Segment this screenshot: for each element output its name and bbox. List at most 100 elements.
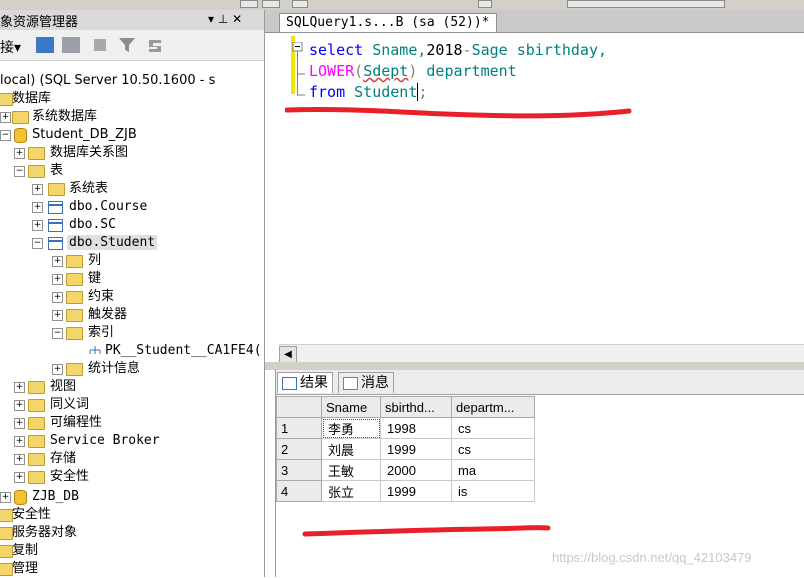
sql-code-editor[interactable]: select Sname,2018-Sage sbirthday, LOWER(… xyxy=(265,32,804,350)
grid-cell[interactable]: 李勇 xyxy=(321,417,381,439)
row-number-header[interactable] xyxy=(276,396,322,418)
tree-node-keys[interactable]: + 键 xyxy=(52,270,101,288)
grid-cell[interactable]: 1998 xyxy=(380,417,452,439)
folder-icon xyxy=(28,165,45,178)
expand-icon[interactable]: + xyxy=(14,418,25,429)
grid-cell[interactable]: 1999 xyxy=(380,480,452,502)
column-header[interactable]: sbirthd... xyxy=(380,396,452,418)
expand-icon[interactable]: + xyxy=(52,292,63,303)
tree-node-columns[interactable]: + 列 xyxy=(52,252,101,270)
expand-icon[interactable]: + xyxy=(32,220,43,231)
grid-cell[interactable]: 张立 xyxy=(321,480,381,502)
panel-window-controls[interactable]: ▾ ⊥ ✕ xyxy=(208,12,242,26)
tree-node-indexes[interactable]: − 索引 xyxy=(52,324,114,342)
tree-node-table-course[interactable]: + dbo.Course xyxy=(32,198,147,216)
results-tab-strip: 结果 消息 xyxy=(276,370,804,395)
expand-icon[interactable]: + xyxy=(32,202,43,213)
tree-node-programmability[interactable]: + 可编程性 xyxy=(14,414,102,432)
table-row[interactable]: 4 张立 1999 is xyxy=(276,480,535,502)
tree-node-management[interactable]: 管理 xyxy=(0,560,38,578)
object-explorer-titlebar: 象资源管理器 ▾ ⊥ ✕ xyxy=(0,10,264,30)
grid-cell[interactable]: 1999 xyxy=(380,438,452,460)
collapse-icon[interactable]: − xyxy=(52,328,63,339)
tree-node-triggers[interactable]: + 触发器 xyxy=(52,306,127,324)
tree-node-synonyms[interactable]: + 同义词 xyxy=(14,396,89,414)
tree-node-tables[interactable]: − 表 xyxy=(14,162,63,180)
folder-icon xyxy=(28,381,45,394)
tree-node-server-security[interactable]: 安全性 xyxy=(0,506,51,524)
filter-icon[interactable] xyxy=(118,37,136,53)
row-number[interactable]: 3 xyxy=(276,459,322,481)
red-annotation-stroke xyxy=(302,525,551,537)
grid-cell[interactable]: 2000 xyxy=(380,459,452,481)
watermark-text: https://blog.csdn.net/qq_42103479 xyxy=(552,550,752,565)
outline-collapse-icon[interactable] xyxy=(289,42,309,102)
expand-icon[interactable]: + xyxy=(52,364,63,375)
table-row[interactable]: 1 李勇 1998 cs xyxy=(276,417,535,439)
expand-icon[interactable]: + xyxy=(0,112,11,123)
expand-icon[interactable]: + xyxy=(14,148,25,159)
expand-icon[interactable]: + xyxy=(14,436,25,447)
tree-node-views[interactable]: + 视图 xyxy=(14,378,76,396)
tree-node-replication[interactable]: 复制 xyxy=(0,542,38,560)
toolbar-button[interactable] xyxy=(262,0,280,8)
row-number[interactable]: 4 xyxy=(276,480,322,502)
expand-icon[interactable]: + xyxy=(14,400,25,411)
grid-header-row: Sname sbirthd... departm... xyxy=(276,396,535,418)
grid-cell[interactable]: cs xyxy=(451,417,535,439)
editor-results-splitter[interactable] xyxy=(265,362,804,370)
toolbar-combo[interactable] xyxy=(567,0,725,8)
grid-cell[interactable]: 王敏 xyxy=(321,459,381,481)
server-node[interactable]: local) (SQL Server 10.50.1600 - s xyxy=(0,72,215,90)
collapse-icon[interactable]: − xyxy=(14,166,25,177)
tree-node-databases[interactable]: 数据库 xyxy=(0,90,51,108)
tree-node-system-tables[interactable]: + 系统表 xyxy=(32,180,108,198)
tab-messages[interactable]: 消息 xyxy=(338,372,394,393)
tree-node-server-objects[interactable]: 服务器对象 xyxy=(0,524,77,542)
tree-node-diagrams[interactable]: + 数据库关系图 xyxy=(14,144,128,162)
expand-icon[interactable]: + xyxy=(14,454,25,465)
tree-node-table-student[interactable]: − dbo.Student xyxy=(32,234,158,252)
stop-icon[interactable] xyxy=(94,39,106,51)
folder-icon xyxy=(12,111,29,124)
toolbar-dropdown[interactable] xyxy=(478,0,492,8)
row-number[interactable]: 1 xyxy=(276,417,322,439)
table-row[interactable]: 2 刘晨 1999 cs xyxy=(276,438,535,460)
editor-horizontal-scrollbar[interactable]: ◀ xyxy=(279,344,804,364)
grid-cell[interactable]: ma xyxy=(451,459,535,481)
connect-icon[interactable] xyxy=(36,37,54,53)
expand-icon[interactable]: + xyxy=(0,492,11,503)
tree-node-storage[interactable]: + 存储 xyxy=(14,450,76,468)
tree-node-zjb-db[interactable]: + ZJB_DB xyxy=(0,488,79,506)
grid-cell[interactable]: is xyxy=(451,480,535,502)
connect-dropdown[interactable]: 接▾ xyxy=(0,37,21,57)
tree-node-statistics[interactable]: + 统计信息 xyxy=(52,360,140,378)
expand-icon[interactable]: + xyxy=(52,274,63,285)
tree-node-system-databases[interactable]: + 系统数据库 xyxy=(0,108,97,126)
tree-node-pk-index[interactable]: PK__Student__CA1FE4( xyxy=(88,342,262,360)
collapse-icon[interactable]: − xyxy=(0,130,11,141)
tree-node-db-security[interactable]: + 安全性 xyxy=(14,468,89,486)
table-row[interactable]: 3 王敏 2000 ma xyxy=(276,459,535,481)
expand-icon[interactable]: + xyxy=(52,310,63,321)
row-number[interactable]: 2 xyxy=(276,438,322,460)
tab-sqlquery1[interactable]: SQLQuery1.s...B (sa (52))* xyxy=(279,13,497,32)
tree-node-service-broker[interactable]: + Service Broker xyxy=(14,432,160,450)
expand-icon[interactable]: + xyxy=(14,382,25,393)
tree-node-student-db[interactable]: − Student_DB_ZJB xyxy=(0,126,137,144)
grid-cell[interactable]: 刘晨 xyxy=(321,438,381,460)
refresh-icon[interactable] xyxy=(146,37,164,53)
expand-icon[interactable]: + xyxy=(14,472,25,483)
tree-node-table-sc[interactable]: + dbo.SC xyxy=(32,216,116,234)
disconnect-icon[interactable] xyxy=(62,37,80,53)
expand-icon[interactable]: + xyxy=(32,184,43,195)
column-header[interactable]: departm... xyxy=(451,396,535,418)
tree-node-constraints[interactable]: + 约束 xyxy=(52,288,114,306)
tab-results[interactable]: 结果 xyxy=(277,372,333,393)
column-header[interactable]: Sname xyxy=(321,396,381,418)
toolbar-button[interactable] xyxy=(240,0,258,8)
grid-cell[interactable]: cs xyxy=(451,438,535,460)
toolbar-button[interactable] xyxy=(292,0,308,8)
collapse-icon[interactable]: − xyxy=(32,238,43,249)
expand-icon[interactable]: + xyxy=(52,256,63,267)
